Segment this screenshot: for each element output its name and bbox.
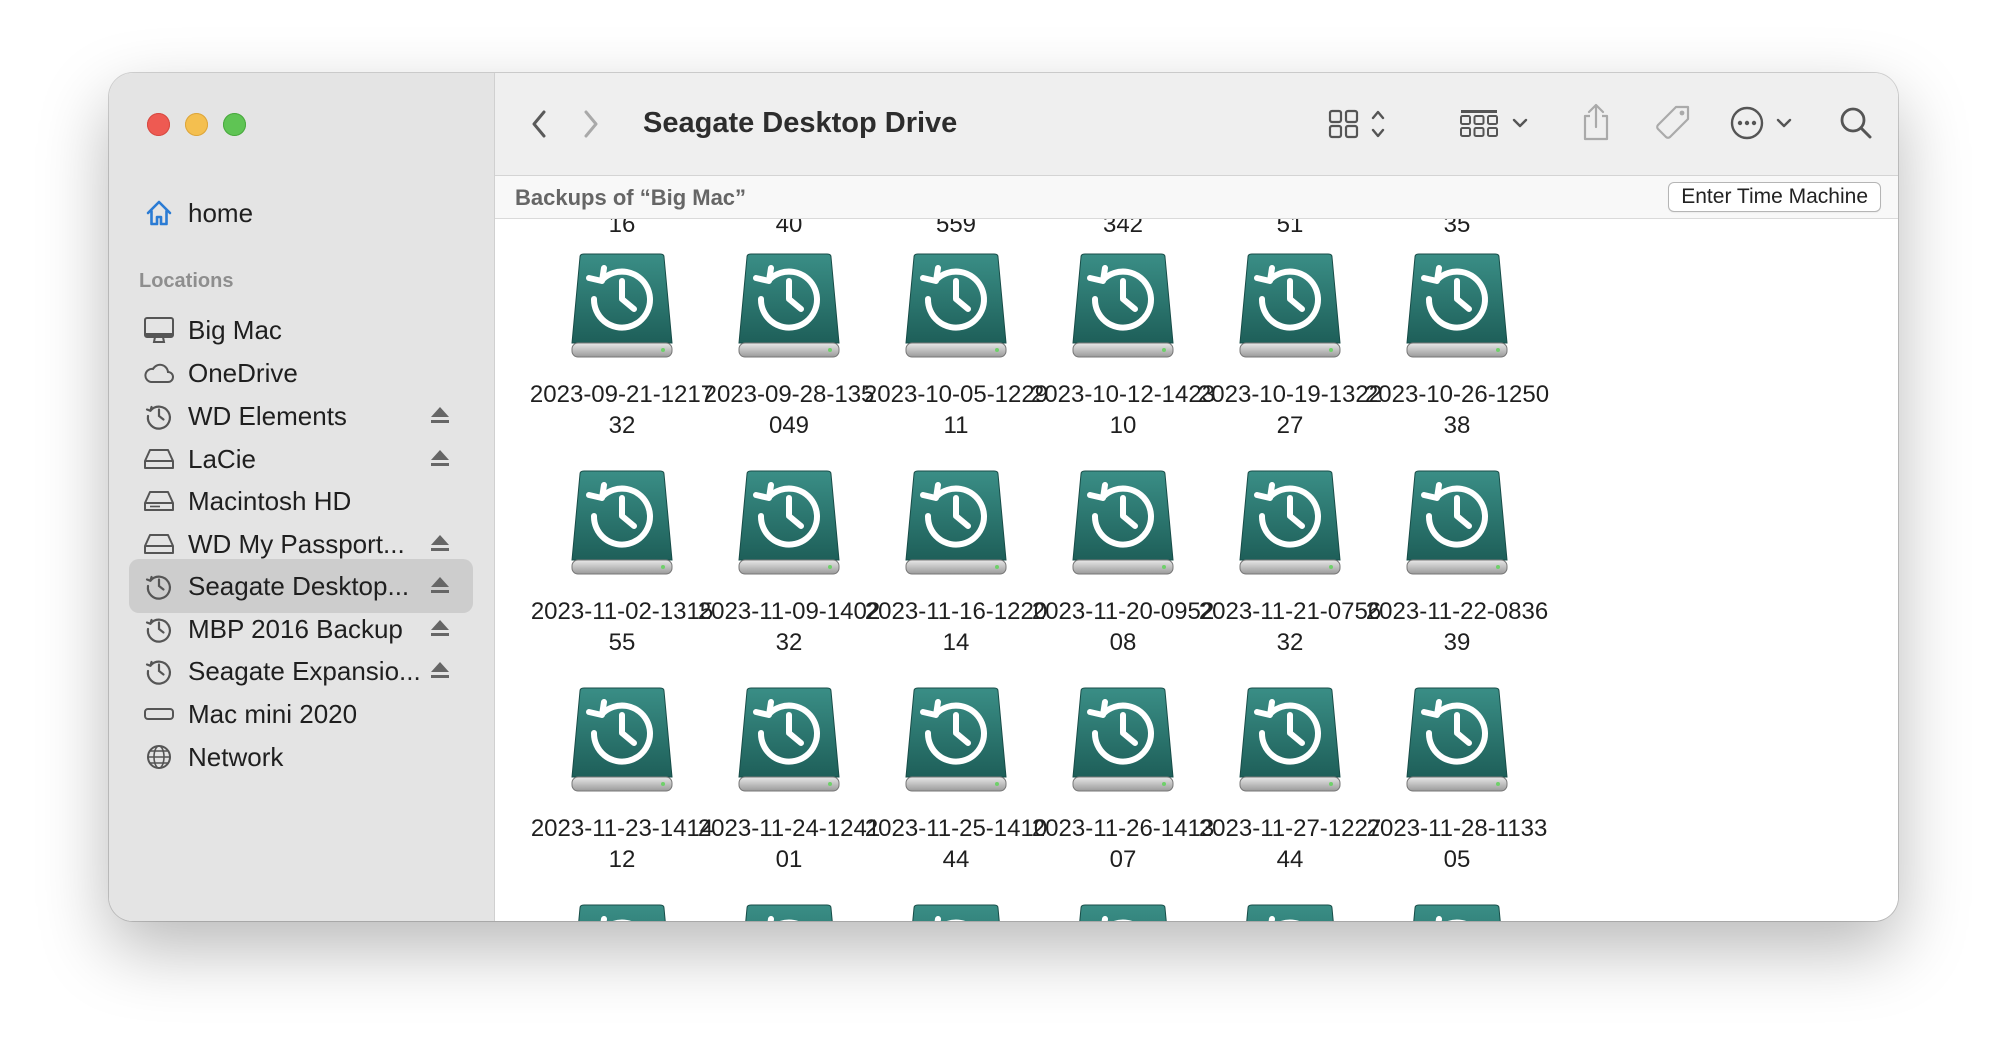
time-machine-backup-icon	[1079, 904, 1167, 921]
time-machine-icon	[143, 570, 175, 602]
time-machine-icon	[143, 655, 175, 687]
time-machine-backup-icon	[571, 253, 673, 358]
minimize-window-button[interactable]	[185, 113, 208, 136]
sidebar-item-label: Seagate Desktop...	[188, 570, 410, 601]
sidebar-section-locations: Locations	[139, 270, 234, 292]
window-controls	[147, 113, 246, 136]
time-machine-icon	[143, 400, 175, 432]
backup-item[interactable]: 2023-11-28-1133 05	[1352, 685, 1562, 875]
file-grid: 16 40 559 342 51 35 2023-09-21-1217 32 2…	[495, 219, 1898, 921]
toolbar: Seagate Desktop Drive	[495, 73, 1898, 176]
backup-name-line1: 2023-11-28-1133	[1366, 815, 1548, 842]
time-machine-backup-icon	[1239, 687, 1341, 792]
backup-name-line2: 39	[1443, 629, 1471, 656]
backup-item-partial[interactable]	[1352, 902, 1562, 921]
house-icon	[143, 197, 175, 229]
group-by-button[interactable]	[1459, 103, 1535, 145]
backup-item[interactable]: 2023-10-26-1250 38	[1352, 251, 1562, 441]
globe-icon	[143, 741, 175, 773]
backups-of-label: Backups of “Big Mac”	[515, 185, 747, 210]
backup-item[interactable]: 2023-11-22-0836 39	[1352, 468, 1562, 658]
sidebar-item-label: Network	[188, 741, 284, 772]
window-title: Seagate Desktop Drive	[643, 107, 958, 139]
back-button[interactable]	[521, 105, 557, 143]
cloud-icon	[143, 357, 175, 389]
desktop-computer-icon	[143, 314, 175, 346]
time-machine-icon	[143, 613, 175, 645]
backup-name-line1: 2023-11-22-0836	[1365, 598, 1549, 625]
view-mode-button[interactable]	[1326, 103, 1396, 145]
sidebar-item-label: Big Mac	[188, 314, 282, 345]
internal-drive-icon	[143, 485, 175, 517]
time-machine-backup-icon	[738, 253, 840, 358]
more-actions-icon	[1730, 106, 1792, 140]
time-machine-backup-icon	[1072, 470, 1174, 575]
back-chevron-icon	[532, 110, 546, 138]
search-button[interactable]	[1834, 101, 1878, 145]
eject-icon[interactable]	[429, 574, 451, 596]
sidebar-item-label: Seagate Expansio...	[188, 655, 421, 686]
eject-icon[interactable]	[429, 617, 451, 639]
time-machine-banner: Backups of “Big Mac” Enter Time Machine	[495, 176, 1898, 219]
eject-icon[interactable]	[429, 447, 451, 469]
backup-name-line2: 05	[1443, 846, 1471, 873]
partial-item-label: 35	[1443, 219, 1471, 238]
sidebar-item-home[interactable]: home	[129, 186, 473, 240]
eject-icon[interactable]	[429, 659, 451, 681]
sidebar-item-label: Macintosh HD	[188, 485, 352, 516]
tag-button[interactable]	[1652, 101, 1696, 145]
time-machine-backup-icon	[1406, 687, 1508, 792]
external-drive-icon	[143, 528, 175, 560]
enter-time-machine-button[interactable]: Enter Time Machine	[1668, 182, 1881, 212]
sidebar-item-label: LaCie	[188, 443, 256, 474]
close-window-button[interactable]	[147, 113, 170, 136]
share-button[interactable]	[1576, 99, 1616, 145]
forward-button[interactable]	[573, 105, 609, 143]
backup-name-line2: 38	[1443, 412, 1471, 439]
backup-item-label: 2023-11-28-1133 05	[1352, 813, 1562, 875]
sidebar-item-label: Mac mini 2020	[188, 698, 358, 729]
group-by-icon	[1460, 110, 1528, 137]
time-machine-backup-icon	[1239, 470, 1341, 575]
sidebar: home Locations Big Mac OneDrive WD Eleme…	[109, 73, 495, 921]
external-drive-icon	[143, 443, 175, 475]
time-machine-backup-icon	[571, 687, 673, 792]
time-machine-backup-icon	[905, 253, 1007, 358]
backup-name-line1: 2023-10-26-1250	[1364, 381, 1550, 408]
sidebar-item-label: OneDrive	[188, 357, 298, 388]
backup-item-label: 2023-10-26-1250 38	[1352, 379, 1562, 441]
time-machine-backup-icon	[578, 904, 666, 921]
forward-chevron-icon	[584, 110, 598, 138]
search-icon	[1840, 107, 1872, 139]
time-machine-backup-icon	[1406, 470, 1508, 575]
time-machine-backup-icon	[1072, 253, 1174, 358]
more-actions-button[interactable]	[1727, 101, 1799, 145]
backup-item-label: 2023-11-22-0836 39	[1352, 596, 1562, 658]
share-icon	[1583, 103, 1609, 141]
sidebar-item-label: WD My Passport...	[188, 528, 405, 559]
time-machine-backup-icon	[571, 470, 673, 575]
time-machine-backup-icon	[1413, 904, 1501, 921]
time-machine-backup-icon	[1246, 904, 1334, 921]
eject-icon[interactable]	[429, 532, 451, 554]
icon-view-icon	[1328, 109, 1385, 139]
time-machine-backup-icon	[1072, 687, 1174, 792]
time-machine-backup-icon	[745, 904, 833, 921]
time-machine-backup-icon	[738, 687, 840, 792]
time-machine-backup-icon	[905, 470, 1007, 575]
sidebar-item-label: home	[188, 197, 254, 228]
sidebar-item-network[interactable]: Network	[129, 730, 473, 784]
eject-icon[interactable]	[429, 404, 451, 426]
time-machine-backup-icon	[738, 470, 840, 575]
time-machine-backup-icon	[1406, 253, 1508, 358]
time-machine-backup-icon	[905, 687, 1007, 792]
time-machine-backup-icon	[912, 904, 1000, 921]
zoom-window-button[interactable]	[223, 113, 246, 136]
tag-icon	[1656, 105, 1690, 139]
finder-window: home Locations Big Mac OneDrive WD Eleme…	[109, 73, 1898, 921]
time-machine-backup-icon	[1239, 253, 1341, 358]
sidebar-item-label: MBP 2016 Backup	[188, 613, 403, 644]
mac-mini-icon	[143, 698, 175, 730]
sidebar-item-label: WD Elements	[188, 400, 347, 431]
